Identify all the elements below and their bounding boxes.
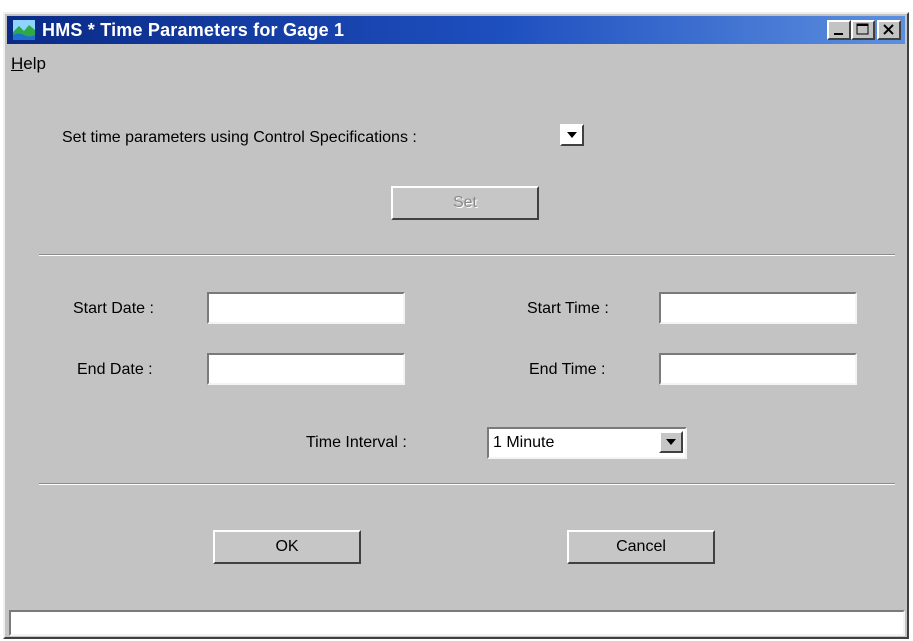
chevron-down-icon <box>666 439 676 445</box>
end-time-label: End Time : <box>529 361 606 378</box>
window-title: HMS * Time Parameters for Gage 1 <box>42 20 345 40</box>
end-date-label: End Date : <box>77 361 153 378</box>
control-spec-label: Set time parameters using Control Specif… <box>62 129 417 146</box>
cancel-button[interactable]: Cancel <box>567 530 715 564</box>
chevron-down-icon <box>567 132 577 138</box>
time-interval-select[interactable]: 1 Minute <box>487 427 687 459</box>
time-interval-value: 1 Minute <box>493 434 555 451</box>
title-bar[interactable]: HMS * Time Parameters for Gage 1 <box>7 16 905 44</box>
time-interval-dropdown-button[interactable] <box>659 431 683 453</box>
menu-help-rest: elp <box>23 54 46 73</box>
hms-app-icon <box>13 20 35 40</box>
start-time-input[interactable] <box>659 292 857 324</box>
time-interval-label: Time Interval : <box>306 434 407 451</box>
set-button[interactable]: Set <box>391 186 539 220</box>
separator-bottom <box>39 483 895 485</box>
close-button[interactable] <box>877 20 901 40</box>
start-date-label: Start Date : <box>73 300 154 317</box>
end-date-input[interactable] <box>207 353 405 385</box>
minimize-button[interactable] <box>827 20 851 40</box>
close-icon <box>883 24 894 35</box>
ok-button[interactable]: OK <box>213 530 361 564</box>
maximize-icon <box>856 23 869 35</box>
start-time-label: Start Time : <box>527 300 609 317</box>
menu-help-mnemonic: H <box>11 54 24 73</box>
dialog-window: HMS * Time Parameters for Gage 1 Help Se… <box>3 12 909 639</box>
start-date-input[interactable] <box>207 292 405 324</box>
control-spec-dropdown[interactable] <box>560 124 584 146</box>
minimize-icon <box>834 33 843 35</box>
status-bar <box>9 610 905 636</box>
menu-help[interactable]: Help <box>11 54 46 73</box>
end-time-input[interactable] <box>659 353 857 385</box>
separator-top <box>39 254 895 256</box>
menu-bar: Help <box>11 54 46 76</box>
maximize-button[interactable] <box>851 20 875 40</box>
